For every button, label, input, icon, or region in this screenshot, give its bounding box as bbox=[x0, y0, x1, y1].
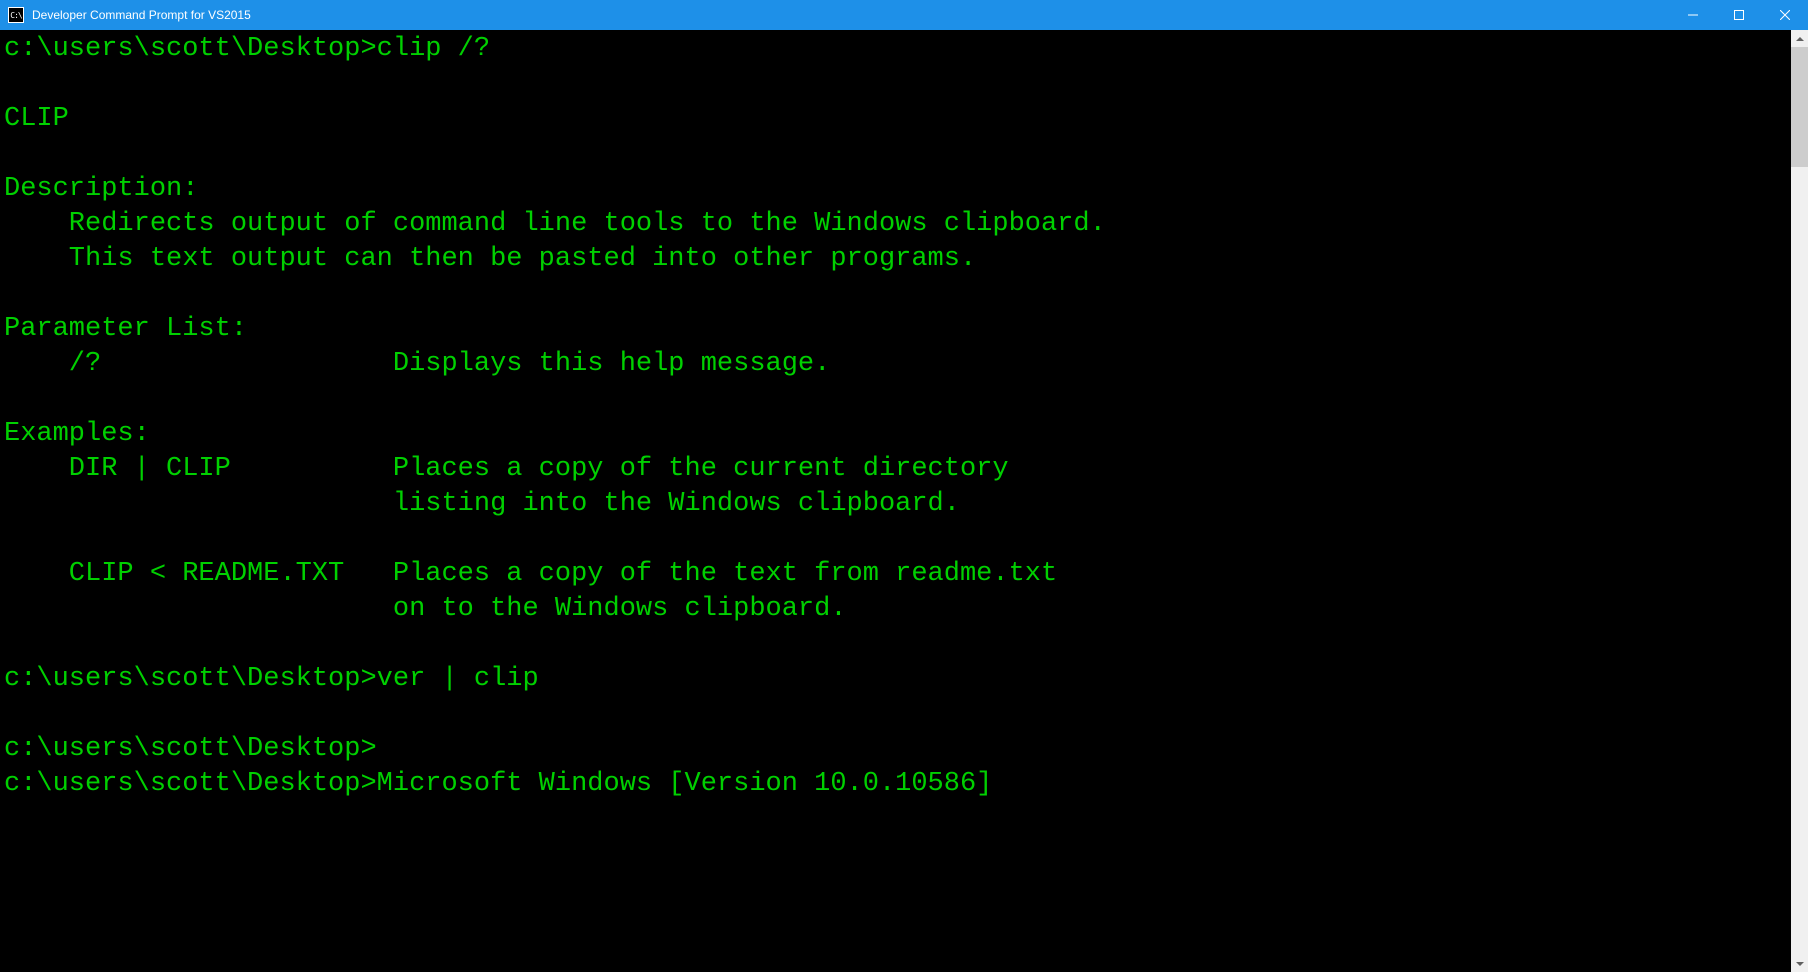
maximize-icon bbox=[1734, 10, 1744, 20]
scroll-up-button[interactable] bbox=[1791, 30, 1808, 47]
scrollbar[interactable] bbox=[1791, 30, 1808, 972]
scroll-down-button[interactable] bbox=[1791, 955, 1808, 972]
minimize-icon bbox=[1688, 10, 1698, 20]
window-controls bbox=[1670, 0, 1808, 30]
scroll-track[interactable] bbox=[1791, 47, 1808, 955]
terminal-container: c:\users\scott\Desktop>clip /? CLIP Desc… bbox=[0, 30, 1808, 972]
window-title: Developer Command Prompt for VS2015 bbox=[32, 8, 1670, 22]
maximize-button[interactable] bbox=[1716, 0, 1762, 30]
close-button[interactable] bbox=[1762, 0, 1808, 30]
close-icon bbox=[1780, 10, 1790, 20]
minimize-button[interactable] bbox=[1670, 0, 1716, 30]
scroll-thumb[interactable] bbox=[1791, 47, 1808, 167]
terminal-output[interactable]: c:\users\scott\Desktop>clip /? CLIP Desc… bbox=[0, 30, 1791, 972]
chevron-up-icon bbox=[1796, 37, 1804, 41]
titlebar[interactable]: C:\ Developer Command Prompt for VS2015 bbox=[0, 0, 1808, 30]
chevron-down-icon bbox=[1796, 962, 1804, 966]
app-icon: C:\ bbox=[8, 7, 24, 23]
